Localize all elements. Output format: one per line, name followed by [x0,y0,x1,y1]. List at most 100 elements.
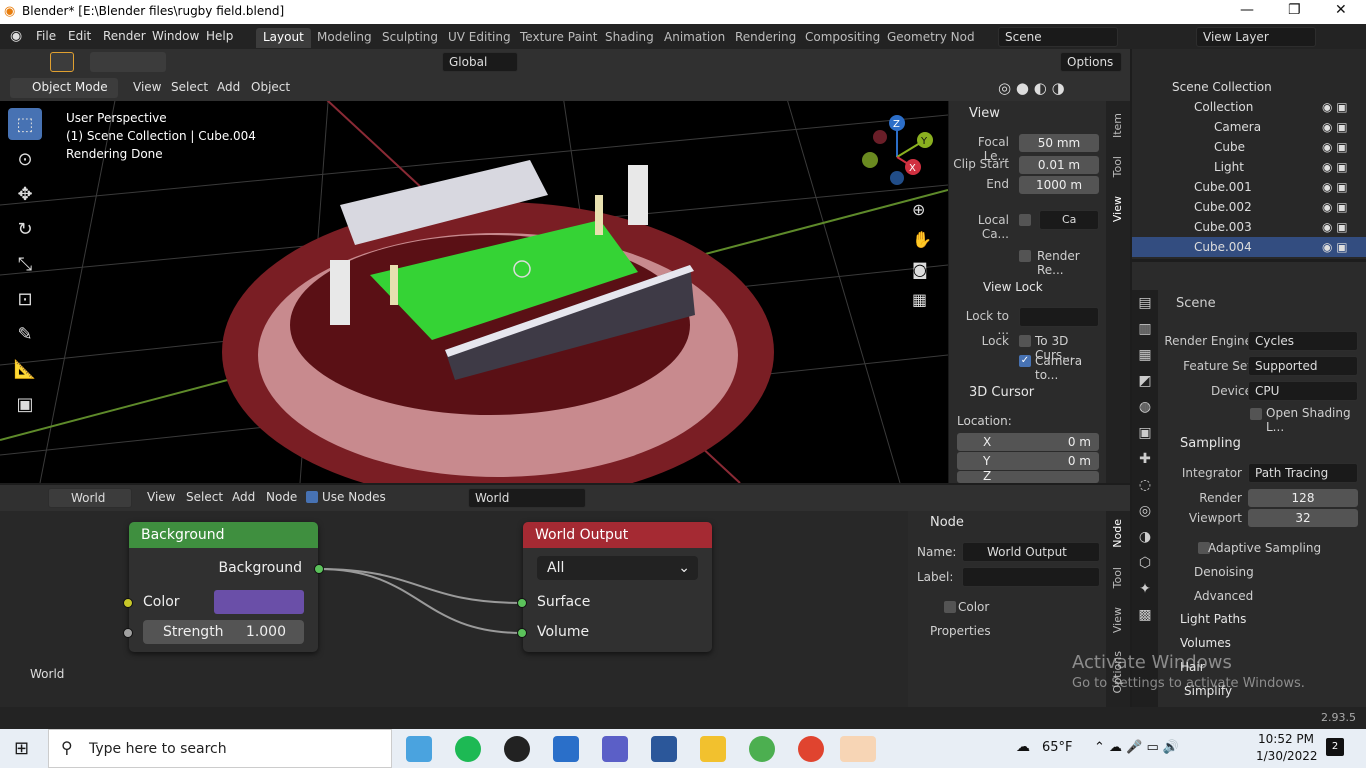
node-menu-add[interactable]: Add [232,490,255,504]
zoom-icon[interactable]: ⊕ [912,195,932,225]
blender-taskbar-icon[interactable] [840,736,876,762]
advanced-subpanel[interactable]: Advanced [1194,589,1253,603]
file-explorer-icon[interactable] [700,736,726,762]
node-label-field[interactable] [962,567,1100,587]
mail-icon[interactable] [553,736,579,762]
world-output-node[interactable]: World Output All ⌄ Surface Volume [523,522,712,652]
scene-selector[interactable]: Scene [998,27,1118,47]
tray-icons[interactable]: ⌃ ☁ 🎤 ▭ 🔊 [1094,740,1179,755]
volume-input-socket[interactable] [517,628,527,638]
word-icon[interactable] [651,736,677,762]
focal-length-field[interactable]: 50 mm [1019,134,1099,152]
measure-tool-icon[interactable]: 📐 [8,353,42,385]
camera-to-view-checkbox[interactable]: ✓ [1019,355,1031,367]
strength-input-socket[interactable] [123,628,133,638]
obs-icon[interactable] [504,736,530,762]
tab-animation[interactable]: Animation [657,28,732,48]
select-box-icon[interactable] [50,52,74,72]
lock-to-cursor-checkbox[interactable] [1019,335,1031,347]
select-tool-icon[interactable]: ⬚ [8,108,42,140]
tab-texture-paint[interactable]: Texture Paint [513,28,604,48]
sampling-panel-title[interactable]: Sampling [1180,436,1241,451]
cursor-tool-icon[interactable]: ⊙ [8,143,42,175]
render-region-checkbox[interactable] [1019,250,1031,262]
node-tab-node[interactable]: Node [1111,519,1124,548]
light-paths-panel[interactable]: Light Paths [1180,612,1246,626]
weather-icon[interactable]: ☁ [1016,739,1030,755]
tab-tool[interactable]: Tool [1111,156,1124,177]
feature-set-select[interactable]: Supported [1248,356,1358,376]
tab-shading[interactable]: Shading [598,28,661,48]
clock-time[interactable]: 10:52 PM [1258,732,1314,746]
node-tab-tool[interactable]: Tool [1111,567,1124,588]
clip-end-field[interactable]: 1000 m [1019,176,1099,194]
shader-type-select[interactable]: World [48,488,132,508]
menu-edit[interactable]: Edit [68,29,91,43]
node-menu-select[interactable]: Select [186,490,223,504]
use-nodes-checkbox[interactable] [306,491,318,503]
tab-compositing[interactable]: Compositing [798,28,887,48]
viewport-menu-view[interactable]: View [133,80,161,94]
annotate-tool-icon[interactable]: ✎ [8,318,42,350]
node-color-label[interactable]: Color [958,600,989,614]
close-icon[interactable]: ✕ [1335,2,1347,18]
tab-sculpting[interactable]: Sculpting [375,28,445,48]
rotate-tool-icon[interactable]: ↻ [8,213,42,245]
strength-field[interactable]: Strength 1.000 [143,620,304,644]
navigation-gizmo[interactable]: Z Y X [860,115,940,195]
teams-icon[interactable] [602,736,628,762]
node-menu-node[interactable]: Node [266,490,297,504]
minimize-icon[interactable]: — [1240,2,1254,18]
node-canvas[interactable]: Background Background Color Strength 1.0… [0,511,908,707]
pan-hand-icon[interactable]: ✋ [912,225,932,255]
chrome-profile-icon[interactable] [798,736,824,762]
open-shading-checkbox[interactable] [1250,408,1262,420]
taskbar-search[interactable]: ⚲ Type here to search [48,729,392,768]
lock-to-object-field[interactable] [1019,307,1099,327]
background-output-socket[interactable] [314,564,324,574]
outliner-visibility-icons[interactable]: ◉ ▣ ◉ ▣ ◉ ▣ ◉ ▣ ◉ ▣ ◉ ▣ ◉ ▣ ◉ ▣ [1322,97,1348,257]
volumes-panel[interactable]: Volumes [1180,636,1231,650]
options-dropdown[interactable]: Options [1060,52,1122,72]
denoising-subpanel[interactable]: Denoising [1194,565,1254,579]
cursor-y-field[interactable]: Y 0 m [957,452,1099,470]
node-color-checkbox[interactable] [944,601,956,613]
view-layer-selector[interactable]: View Layer [1196,27,1316,47]
tab-layout[interactable]: Layout [256,28,311,48]
viewport-menu-add[interactable]: Add [217,80,240,94]
viewport-menu-object[interactable]: Object [251,80,290,94]
viewport-samples-field[interactable]: 32 [1248,509,1358,527]
menu-file[interactable]: File [36,29,56,43]
background-node[interactable]: Background Background Color Strength 1.0… [129,522,318,652]
outliner-scene-collection[interactable]: Scene Collection [1132,77,1366,97]
windows-start-icon[interactable]: ⊞ [14,738,29,759]
cursor-z-field[interactable]: Z [957,471,1099,483]
node-tab-view[interactable]: View [1111,607,1124,633]
3d-viewport[interactable]: User Perspective (1) Scene Collection | … [0,75,948,483]
device-select[interactable]: CPU [1248,381,1358,401]
adaptive-sampling-label[interactable]: Adaptive Sampling [1208,541,1321,555]
node-menu-view[interactable]: View [147,490,175,504]
scale-tool-icon[interactable]: ⤡ [8,248,42,280]
menu-window[interactable]: Window [152,29,199,43]
taskbar-app-icon[interactable] [406,736,432,762]
output-target-select[interactable]: All ⌄ [537,556,698,580]
local-camera-checkbox[interactable] [1019,214,1031,226]
move-tool-icon[interactable]: ✥ [8,178,42,210]
tab-geometry-nodes[interactable]: Geometry Nod [880,28,982,48]
color-input-socket[interactable] [123,598,133,608]
notification-badge[interactable]: 2 [1326,738,1344,756]
spotify-icon[interactable] [455,736,481,762]
integrator-select[interactable]: Path Tracing [1248,463,1358,483]
grid-ortho-icon[interactable]: ▦ [912,285,932,315]
clock-date[interactable]: 1/30/2022 [1256,749,1318,763]
tab-uv-editing[interactable]: UV Editing [441,28,518,48]
viewport-menu-select[interactable]: Select [171,80,208,94]
cursor-x-field[interactable]: X 0 m [957,433,1099,451]
clip-start-field[interactable]: 0.01 m [1019,156,1099,174]
object-mode-select[interactable]: Object Mode [10,78,118,98]
blender-menu-icon[interactable]: ◉ [10,28,22,44]
transform-tool-icon[interactable]: ⊡ [8,283,42,315]
add-cube-tool-icon[interactable]: ▣ [8,388,42,420]
selection-mode-group[interactable] [90,52,166,72]
